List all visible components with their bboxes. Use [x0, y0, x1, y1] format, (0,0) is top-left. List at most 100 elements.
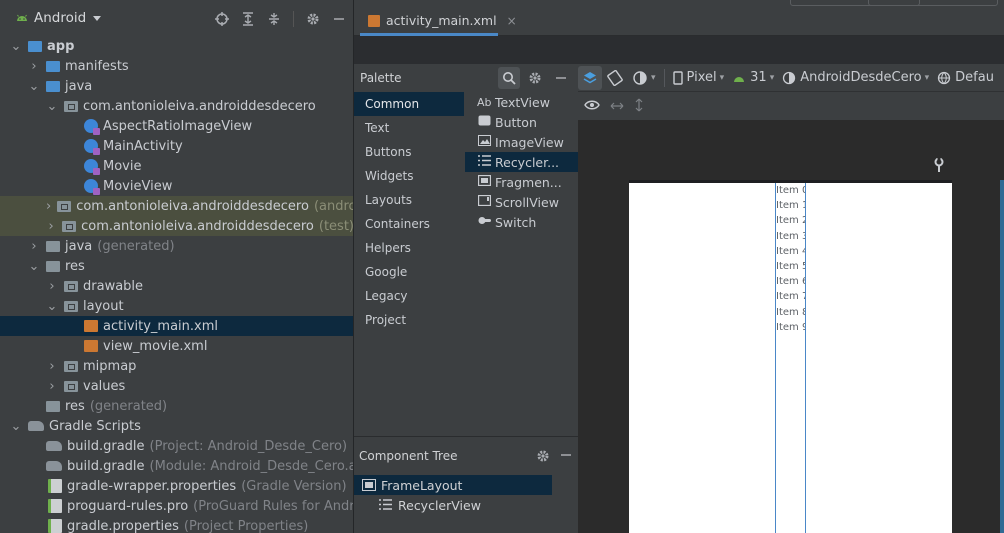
tab-label: activity_main.xml	[386, 13, 497, 28]
palette-widget-textview[interactable]: Ab TextView	[465, 92, 578, 112]
fragment-icon	[477, 174, 491, 189]
palette-widget-button[interactable]: Button	[465, 112, 578, 132]
minimize-icon[interactable]	[330, 10, 348, 28]
recyclerview-preview[interactable]: Item 0 Item 1 Item 2 Item 3 Item 4 Item …	[775, 183, 806, 533]
list-item: Item 5	[776, 260, 805, 272]
tree-item-java-generated[interactable]: › java (generated)	[0, 236, 354, 256]
chevron-right-icon[interactable]: ›	[46, 379, 58, 394]
wrench-icon[interactable]	[933, 157, 945, 176]
folder-icon	[64, 301, 78, 312]
chevron-right-icon[interactable]: ›	[46, 359, 58, 374]
collapse-all-icon[interactable]	[265, 10, 283, 28]
palette-widget-recyclerview[interactable]: Recycler...	[465, 152, 578, 172]
eye-icon[interactable]	[584, 99, 600, 114]
class-icon	[84, 159, 100, 175]
tree-item-proguard[interactable]: proguard-rules.pro (ProGuard Rules for A…	[0, 496, 354, 516]
palette-widget-scrollview[interactable]: ScrollView	[465, 192, 578, 212]
chevron-down-icon[interactable]: ⌄	[28, 259, 40, 274]
tree-item-layout[interactable]: ⌄ layout	[0, 296, 354, 316]
device-selector[interactable]: Pixel ▾	[669, 64, 729, 92]
component-recyclerview[interactable]: RecyclerView	[354, 495, 578, 515]
project-tool-window: Android ⌄ app › manifests ⌄ java ⌄ com.a…	[0, 0, 354, 533]
palette-category[interactable]: Layouts	[354, 188, 464, 212]
tree-item-res-generated[interactable]: res (generated)	[0, 396, 354, 416]
palette-category[interactable]: Helpers	[354, 236, 464, 260]
locate-icon[interactable]	[213, 10, 231, 28]
device-preview[interactable]: Item 0 Item 1 Item 2 Item 3 Item 4 Item …	[629, 183, 952, 533]
tree-item-class[interactable]: Movie	[0, 156, 354, 176]
design-surface-button[interactable]	[578, 65, 602, 90]
palette-category[interactable]: Buttons	[354, 140, 464, 164]
tree-item-build-gradle-module[interactable]: build.gradle (Module: Android_Desde_Cero…	[0, 456, 354, 476]
tree-item-activity-main[interactable]: activity_main.xml	[0, 316, 354, 336]
chevron-down-icon[interactable]: ⌄	[46, 99, 58, 114]
palette-category[interactable]: Text	[354, 116, 464, 140]
widget-label: Fragmen...	[495, 174, 562, 190]
tree-item-package[interactable]: ⌄ com.antonioleiva.androiddesdecero	[0, 96, 354, 116]
tree-item-package[interactable]: › com.antonioleiva.androiddesdecero (tes…	[0, 216, 354, 236]
chevron-right-icon[interactable]: ›	[46, 219, 56, 234]
tree-item-manifests[interactable]: › manifests	[0, 56, 354, 76]
design-canvas[interactable]: Item 0 Item 1 Item 2 Item 3 Item 4 Item …	[578, 120, 1004, 533]
component-framelayout[interactable]: FrameLayout	[354, 475, 552, 495]
palette-category[interactable]: Legacy	[354, 284, 464, 308]
palette-widget-fragment[interactable]: Fragmen...	[465, 172, 578, 192]
tree-item-java[interactable]: ⌄ java	[0, 76, 354, 96]
gear-icon[interactable]	[304, 10, 322, 28]
vertical-resize-icon[interactable]	[634, 98, 644, 115]
search-icon[interactable]	[498, 67, 520, 89]
expand-all-icon[interactable]	[239, 10, 257, 28]
project-view-selector[interactable]: Android	[34, 10, 86, 26]
chevron-down-icon[interactable]: ⌄	[46, 299, 58, 314]
tree-item-package[interactable]: › com.antonioleiva.androiddesdecero (and…	[0, 196, 354, 216]
tree-item-label: activity_main.xml	[103, 318, 219, 334]
minimize-icon[interactable]	[560, 449, 572, 466]
minimize-icon[interactable]	[550, 67, 572, 89]
tree-item-res[interactable]: ⌄ res	[0, 256, 354, 276]
palette-category[interactable]: Widgets	[354, 164, 464, 188]
tree-item-view-movie[interactable]: view_movie.xml	[0, 336, 354, 356]
chevron-right-icon[interactable]: ›	[28, 239, 40, 254]
theme-selector[interactable]: AndroidDesdeCero ▾	[778, 64, 933, 92]
api-level-selector[interactable]: 31 ▾	[728, 64, 778, 92]
tree-item-app[interactable]: ⌄ app	[0, 36, 354, 56]
tree-item-class[interactable]: MovieView	[0, 176, 354, 196]
gear-icon[interactable]	[536, 449, 550, 466]
tree-item-label: res	[65, 258, 85, 274]
orientation-button[interactable]	[602, 64, 628, 92]
chevron-down-icon[interactable]	[92, 13, 102, 23]
tree-item-label: build.gradle	[67, 458, 145, 474]
tree-item-mipmap[interactable]: › mipmap	[0, 356, 354, 376]
palette-title: Palette	[360, 71, 402, 85]
tree-item-build-gradle-project[interactable]: build.gradle (Project: Android_Desde_Cer…	[0, 436, 354, 456]
locale-selector[interactable]: Defau	[933, 64, 998, 92]
tree-item-drawable[interactable]: › drawable	[0, 276, 354, 296]
palette-category[interactable]: Google	[354, 260, 464, 284]
chevron-right-icon[interactable]: ›	[46, 199, 51, 214]
palette-widget-switch[interactable]: Switch	[465, 212, 578, 232]
chevron-right-icon[interactable]: ›	[28, 59, 40, 74]
tree-item-gradle-properties[interactable]: gradle.properties (Project Properties)	[0, 516, 354, 533]
horizontal-resize-icon[interactable]	[610, 99, 624, 114]
palette-widget-imageview[interactable]: ImageView	[465, 132, 578, 152]
chevron-right-icon[interactable]: ›	[46, 279, 58, 294]
night-mode-button[interactable]: ▾	[628, 64, 660, 92]
tab-activity-main[interactable]: activity_main.xml ×	[360, 8, 517, 36]
chevron-down-icon[interactable]: ⌄	[10, 39, 22, 54]
chevron-down-icon[interactable]: ⌄	[28, 79, 40, 94]
tree-item-class[interactable]: MainActivity	[0, 136, 354, 156]
palette-category[interactable]: Project	[354, 308, 464, 332]
palette-category[interactable]: Common	[354, 92, 464, 116]
phone-icon	[672, 70, 683, 85]
component-tree-title: Component Tree	[359, 449, 458, 463]
tree-item-values[interactable]: › values	[0, 376, 354, 396]
chevron-down-icon[interactable]: ⌄	[10, 419, 22, 434]
tree-item-class[interactable]: AspectRatioImageView	[0, 116, 354, 136]
gear-icon[interactable]	[524, 67, 546, 89]
palette-category[interactable]: Containers	[354, 212, 464, 236]
close-icon[interactable]: ×	[507, 14, 517, 28]
xml-file-icon	[368, 14, 380, 27]
separator	[293, 11, 294, 27]
tree-item-gradle-scripts[interactable]: ⌄ Gradle Scripts	[0, 416, 354, 436]
tree-item-gradle-wrapper[interactable]: gradle-wrapper.properties (Gradle Versio…	[0, 476, 354, 496]
